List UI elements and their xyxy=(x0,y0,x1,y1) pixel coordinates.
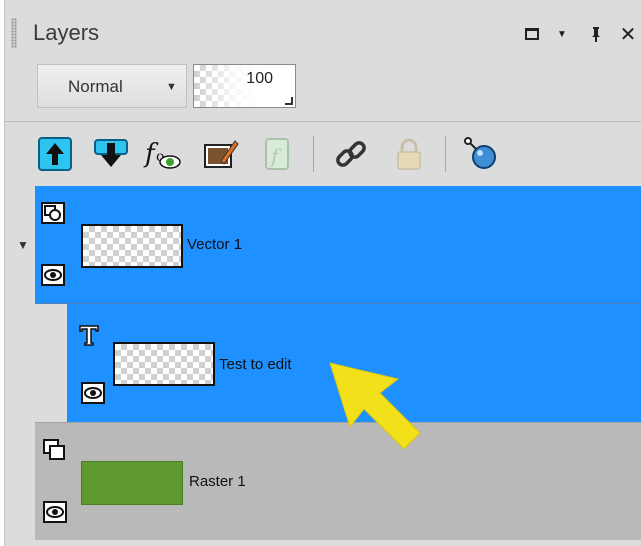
lock-layer-icon[interactable] xyxy=(389,134,429,174)
expand-arrow-icon[interactable]: ▼ xyxy=(17,238,29,252)
toolbar-separator xyxy=(313,136,314,172)
chevron-down-icon: ▼ xyxy=(166,81,177,93)
layer-effects-visibility-icon[interactable]: fo xyxy=(143,134,183,174)
eye-icon[interactable] xyxy=(81,382,105,404)
layer-thumbnail xyxy=(81,461,183,505)
maximize-icon[interactable] xyxy=(521,24,543,44)
pin-icon[interactable] xyxy=(585,24,607,44)
text-layer-icon xyxy=(77,324,101,346)
blend-mode-value: Normal xyxy=(68,77,123,96)
panel-title: Layers xyxy=(33,20,100,45)
resize-grip-icon xyxy=(285,97,293,105)
vector-layer-icon xyxy=(41,202,65,224)
edit-layer-properties-icon[interactable] xyxy=(201,134,241,174)
layer-thumbnail xyxy=(81,224,183,268)
layers-panel: Layers ▼ ✕ Normal ▼ 100 fo f ▼ Vector 1 … xyxy=(4,0,641,546)
layer-effects-disabled-icon[interactable]: f xyxy=(257,134,297,174)
dropdown-arrow-icon[interactable]: ▼ xyxy=(554,24,570,44)
panel-titlebar[interactable]: Layers ▼ ✕ Normal ▼ 100 xyxy=(5,0,641,108)
raster-layer-icon xyxy=(43,439,67,461)
move-layer-up-icon[interactable] xyxy=(35,134,75,174)
eye-icon[interactable] xyxy=(41,264,65,286)
layer-name: Test to edit xyxy=(219,356,292,373)
layer-name: Vector 1 xyxy=(187,236,243,253)
link-layer-icon[interactable] xyxy=(331,134,371,174)
opacity-value: 100 xyxy=(246,70,273,87)
layer-name: Raster 1 xyxy=(189,473,246,490)
close-icon[interactable]: ✕ xyxy=(617,24,639,46)
eye-icon[interactable] xyxy=(43,501,67,523)
annotation-arrow-icon xyxy=(329,362,421,450)
toolbar-separator xyxy=(445,136,446,172)
move-layer-down-icon[interactable] xyxy=(91,134,131,174)
layer-thumbnail xyxy=(113,342,215,386)
layer-row-vector[interactable]: Vector 1 xyxy=(35,186,641,304)
new-layer-pin-icon[interactable] xyxy=(461,134,501,174)
opacity-field[interactable]: 100 xyxy=(193,64,296,108)
blend-mode-dropdown[interactable]: Normal ▼ xyxy=(37,64,187,108)
layers-toolbar: fo f xyxy=(5,122,641,186)
drag-grip-icon[interactable] xyxy=(11,18,17,48)
